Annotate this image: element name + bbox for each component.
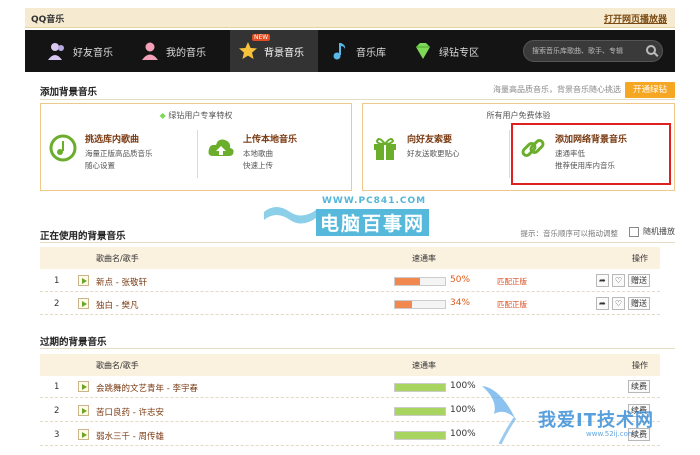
pc841-watermark: WWW.PC841.COM 电脑百事网 [262, 196, 432, 236]
add-bg-music-title: 添加背景音乐 [40, 87, 98, 98]
share-icon[interactable]: ➦ [595, 297, 609, 310]
nav-my-music[interactable]: 我的音乐 [140, 30, 230, 72]
gift-button[interactable]: 赠送 [628, 297, 650, 310]
rate-bar [394, 407, 446, 416]
search-input[interactable]: 搜索音乐库歌曲、歌手、专辑 [523, 40, 663, 62]
play-icon[interactable] [78, 275, 89, 286]
feature-pick-library[interactable]: 挑选库内歌曲 海量正版高品质音乐 随心设置 [49, 130, 189, 182]
nav-music-library[interactable]: 音乐库 [330, 30, 410, 72]
song-link[interactable]: 苦口良药 - 许志安 [96, 406, 164, 418]
rate-bar [394, 431, 446, 440]
cloud-upload-icon [208, 139, 234, 156]
shuffle-checkbox[interactable]: 随机播放 [629, 226, 675, 237]
heart-icon[interactable]: ♡ [611, 274, 625, 287]
in-use-table-header: 歌曲名/歌手 速通率 操作 [40, 247, 660, 269]
open-web-player-link[interactable]: 打开网页播放器 [604, 12, 667, 25]
expired-table-header: 歌曲名/歌手 速通率 操作 [40, 354, 660, 376]
search-icon[interactable] [646, 45, 656, 55]
divider [40, 99, 675, 100]
nav-green-diamond[interactable]: 绿钻专区 [413, 30, 503, 72]
table-row[interactable]: 2 独白 - 樊凡 34% 匹配正版 ➦ ♡ 赠送 [40, 293, 660, 315]
rate-bar [394, 300, 446, 309]
wave-logo-icon [264, 207, 316, 224]
gift-icon [374, 138, 396, 160]
expired-title: 过期的背景音乐 [40, 337, 107, 348]
play-icon[interactable] [78, 381, 89, 392]
vip-privilege-panel: ◆ 绿钻用户专享特权 挑选库内歌曲 海量正版高品质音乐 随心设置 上传本地音乐 … [40, 103, 352, 191]
nav-friends-music[interactable]: 好友音乐 [47, 30, 137, 72]
free-panel-header: 所有用户免费体验 [486, 111, 551, 120]
song-link[interactable]: 独白 - 樊凡 [96, 299, 138, 311]
window-titlebar: QQ音乐 打开网页播放器 [25, 8, 675, 28]
song-link[interactable]: 弱水三千 - 周传雄 [96, 430, 164, 442]
rate-bar [394, 383, 446, 392]
nav-bg-music[interactable]: NEW 背景音乐 [230, 30, 318, 72]
highlight-box [511, 123, 671, 185]
star-icon [238, 41, 258, 61]
vip-panel-header: 绿钻用户专享特权 [168, 111, 233, 120]
top-nav: 好友音乐 我的音乐 NEW 背景音乐 音乐库 绿钻专区 搜索音乐库歌曲、歌手、专… [25, 30, 675, 72]
feature-ask-friend[interactable]: 向好友索要 好友送歌更贴心 [371, 130, 506, 182]
match-genuine-link[interactable]: 匹配正版 [497, 299, 527, 310]
match-genuine-link[interactable]: 匹配正版 [497, 276, 527, 287]
friends-icon [48, 43, 64, 60]
rate-bar [394, 277, 446, 286]
gift-button[interactable]: 赠送 [628, 274, 650, 287]
diamond-icon [416, 43, 430, 59]
play-icon[interactable] [78, 429, 89, 440]
play-icon[interactable] [78, 298, 89, 309]
promo-text: 海量高品质音乐，背景音乐随心挑选 [493, 85, 621, 94]
open-green-diamond-button[interactable]: 开通绿钻 [625, 82, 675, 98]
person-icon [142, 42, 158, 60]
song-link[interactable]: 新点 - 张敬轩 [96, 276, 147, 288]
song-link[interactable]: 会跳舞的文艺青年 - 李宇春 [96, 382, 198, 394]
app-title: QQ音乐 [31, 15, 65, 25]
table-row[interactable]: 1 新点 - 张敬轩 50% 匹配正版 ➦ ♡ 赠送 [40, 270, 660, 292]
feature-upload-local[interactable]: 上传本地音乐 本地歌曲 快速上传 [207, 130, 347, 182]
in-use-title: 正在使用的背景音乐 [40, 231, 126, 242]
drag-tip: 提示：音乐顺序可以拖动调整 [520, 229, 619, 238]
share-icon[interactable]: ➦ [595, 274, 609, 287]
checkbox-icon[interactable] [629, 226, 639, 237]
heart-icon[interactable]: ♡ [611, 297, 625, 310]
play-icon[interactable] [78, 405, 89, 416]
music-refresh-icon [49, 134, 77, 162]
52ij-watermark: 我爱IT技术网 www.52ij.com [478, 376, 700, 455]
new-badge: NEW [252, 34, 271, 41]
note-icon [333, 43, 346, 60]
